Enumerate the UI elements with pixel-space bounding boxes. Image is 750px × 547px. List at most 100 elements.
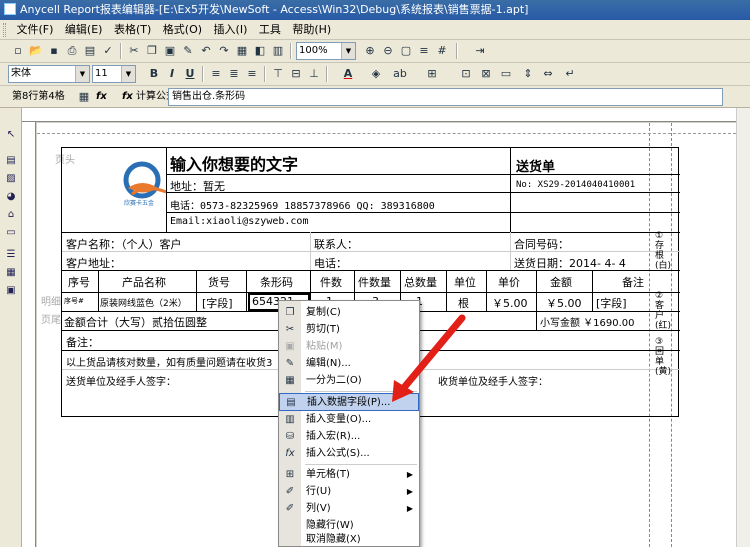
menu-item-row[interactable]: ✐ 行(U) ▶	[279, 483, 419, 500]
col-header-note[interactable]: 备注	[622, 274, 644, 290]
row-height-icon[interactable]: ⇕	[520, 66, 536, 82]
zoom-out-icon[interactable]: ⊖	[380, 43, 396, 59]
menu-item-insert-macro[interactable]: ⛁ 插入宏(R)...	[279, 428, 419, 445]
customer-name[interactable]: 客户名称：（个人）客户	[66, 236, 182, 252]
spellcheck-icon[interactable]: ✓	[100, 43, 116, 59]
col-header-seq[interactable]: 序号	[68, 274, 90, 290]
side-label-stub[interactable]: ①存根(白)	[655, 231, 671, 271]
menu-item-cell[interactable]: ⊞ 单元格(T) ▶	[279, 466, 419, 483]
col-header-barcode[interactable]: 条形码	[260, 274, 293, 290]
customer-phone[interactable]: 电话：	[314, 255, 347, 271]
valign-top-icon[interactable]: ⊤	[270, 66, 286, 82]
bold-button[interactable]: B	[146, 66, 162, 82]
page-setup-icon[interactable]: ▥	[270, 43, 286, 59]
pointer-icon[interactable]: ↖	[3, 128, 19, 142]
image-tool-icon[interactable]: ▨	[3, 172, 19, 186]
delivery-date[interactable]: 送货日期：2014- 4- 4	[514, 255, 626, 271]
text-tool-icon[interactable]: ▤	[3, 154, 19, 168]
font-name-select[interactable]: 宋体 ▼	[8, 65, 90, 83]
table-tool-icon[interactable]: ▦	[3, 266, 19, 280]
open-icon[interactable]: 📂	[28, 43, 44, 59]
wrap-icon[interactable]: ↵	[562, 66, 578, 82]
borders-icon[interactable]: ⊞	[424, 66, 440, 82]
contact-label[interactable]: 联系人：	[314, 236, 358, 252]
menu-file[interactable]: 文件(F)	[13, 20, 58, 38]
menubar-grip[interactable]	[3, 23, 6, 37]
undo-icon[interactable]: ↶	[198, 43, 214, 59]
total-small[interactable]: 小写金额 ￥1690.00	[540, 314, 635, 329]
cell-seq[interactable]: 序号#	[64, 296, 84, 306]
chevron-down-icon[interactable]: ▼	[121, 66, 135, 82]
col-header-pieces[interactable]: 件数	[320, 274, 342, 290]
remark-label[interactable]: 备注：	[66, 334, 99, 350]
align-left-icon[interactable]: ≡	[208, 66, 224, 82]
paste-icon[interactable]: ▣	[162, 43, 178, 59]
menu-item-unhide[interactable]: 取消隐藏(X)	[279, 531, 419, 547]
chart-tool-icon[interactable]: ◕	[3, 190, 19, 204]
italic-button[interactable]: I	[164, 66, 180, 82]
zoom-select[interactable]: 100% ▼	[296, 42, 356, 60]
menu-tools[interactable]: 工具	[255, 20, 285, 38]
col-header-total-qty[interactable]: 总数量	[404, 274, 437, 290]
print-icon[interactable]: ⎙	[64, 43, 80, 59]
menu-help[interactable]: 帮助(H)	[288, 20, 335, 38]
receiver-sign[interactable]: 收货单位及经手人签字：	[438, 373, 548, 388]
frame-tool-icon[interactable]: ▣	[3, 284, 19, 298]
menu-table[interactable]: 表格(T)	[110, 20, 155, 38]
doc-type[interactable]: 送货单	[516, 156, 555, 175]
cell-price[interactable]: ￥5.00	[492, 295, 528, 311]
col-header-amount[interactable]: 金额	[550, 274, 572, 290]
align-center-icon[interactable]: ≣	[226, 66, 242, 82]
doc-number[interactable]: No: XS29-2014040410001	[516, 180, 635, 190]
col-header-unit[interactable]: 单位	[454, 274, 476, 290]
chevron-down-icon[interactable]: ▼	[341, 43, 355, 59]
cell-list-icon[interactable]: ▦	[76, 89, 92, 105]
fit-page-icon[interactable]: ▢	[398, 43, 414, 59]
vertical-scrollbar[interactable]	[736, 108, 750, 547]
col-header-piece-qty[interactable]: 件数量	[358, 274, 391, 290]
side-label-customer[interactable]: ②客户(红)	[655, 291, 671, 331]
copy-icon[interactable]: ❐	[144, 43, 160, 59]
side-label-receipt[interactable]: ③回单(黄)	[655, 337, 671, 377]
valign-middle-icon[interactable]: ⊟	[288, 66, 304, 82]
menu-insert[interactable]: 插入(I)	[210, 20, 252, 38]
cut-icon[interactable]: ✂	[126, 43, 142, 59]
menu-edit[interactable]: 编辑(E)	[61, 20, 107, 38]
merge-cells-icon[interactable]: ⊡	[458, 66, 474, 82]
underline-button[interactable]: U	[182, 66, 198, 82]
exit-icon[interactable]: ⇥	[472, 43, 488, 59]
cell-note[interactable]: [字段]	[596, 295, 627, 311]
company-address[interactable]: 地址：暂无	[170, 178, 225, 194]
cell-amount[interactable]: ￥5.00	[546, 295, 582, 311]
menu-item-insert-variable[interactable]: ▥ 插入变量(O)...	[279, 411, 419, 428]
total-upper[interactable]: 金额合计（大写）贰拾伍圆整	[64, 314, 207, 330]
shape-tool-icon[interactable]: ⌂	[3, 208, 19, 222]
fx-icon[interactable]: fx	[96, 89, 107, 105]
font-color-button[interactable]: A	[340, 66, 356, 82]
font-size-select[interactable]: 11 ▼	[92, 65, 136, 83]
menu-item-copy[interactable]: ❐ 复制(C)	[279, 304, 419, 321]
barcode-tool-icon[interactable]: ▭	[3, 226, 19, 240]
menu-item-edit[interactable]: ✎ 编辑(N)...	[279, 355, 419, 372]
insert-table-icon[interactable]: ▦	[234, 43, 250, 59]
menu-item-paste[interactable]: ▣ 粘贴(M)	[279, 338, 419, 355]
col-header-price[interactable]: 单价	[498, 274, 520, 290]
cell-format-icon[interactable]: ▭	[498, 66, 514, 82]
zoom-in-icon[interactable]: ⊕	[362, 43, 378, 59]
new-icon[interactable]: ▫	[10, 43, 26, 59]
col-width-icon[interactable]: ⇔	[540, 66, 556, 82]
company-email[interactable]: Email:xiaoli@szyweb.com	[170, 216, 308, 227]
format-painter-icon[interactable]: ✎	[180, 43, 196, 59]
print-preview-icon[interactable]: ▤	[82, 43, 98, 59]
sender-sign[interactable]: 送货单位及经手人签字：	[66, 373, 176, 388]
col-header-code[interactable]: 货号	[208, 274, 230, 290]
formula-input[interactable]: 销售出仓.条形码	[168, 88, 723, 106]
report-title[interactable]: 输入你想要的文字	[170, 151, 298, 175]
cell-unit[interactable]: 根	[458, 295, 469, 311]
notice-text[interactable]: 以上货品请核对数量，如有质量问题请在收货3	[66, 354, 272, 369]
col-header-product[interactable]: 产品名称	[122, 274, 166, 290]
contract-label[interactable]: 合同号码：	[514, 236, 569, 252]
cell-code[interactable]: [字段]	[202, 295, 233, 311]
save-icon[interactable]: ▪	[46, 43, 62, 59]
menu-item-column[interactable]: ✐ 列(V) ▶	[279, 500, 419, 517]
